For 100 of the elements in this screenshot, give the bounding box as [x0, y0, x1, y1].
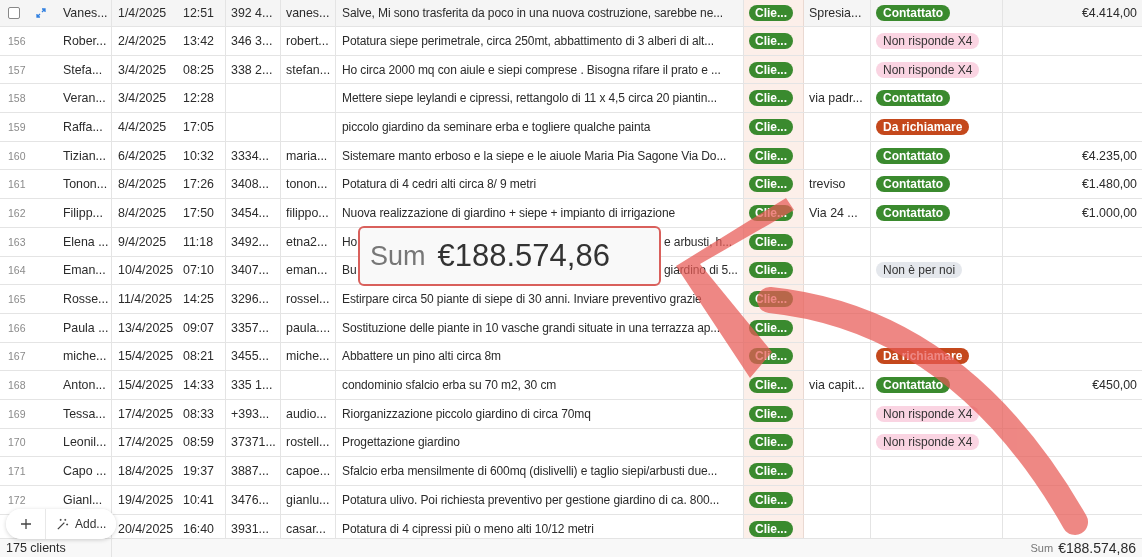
add-row-button[interactable] [6, 509, 46, 539]
table-cell: 17:50 [183, 205, 214, 220]
table-cell: Abbattere un pino alti circa 8m [342, 349, 501, 364]
table-cell: 10:41 [183, 492, 214, 507]
table-cell: filippo... [286, 205, 329, 220]
table-cell: 19/4/2025 [118, 492, 174, 507]
table-cell: Tessa... [63, 406, 106, 421]
row-number: 163 [8, 235, 26, 248]
table-cell: miche... [286, 349, 330, 364]
table-cell: Mettere siepe leylandi e cipressi, rettangolo di 11 x 4,5 circa 20 piantin... [342, 91, 717, 106]
type-tag: Clie... [749, 176, 793, 193]
row-number: 167 [8, 350, 26, 363]
table-cell: 17:05 [183, 119, 214, 134]
table-cell: 3887... [231, 464, 269, 479]
table-cell: 15/4/2025 [118, 378, 174, 393]
table-cell: 10/4/2025 [118, 263, 174, 278]
status-tag: Contattato [876, 5, 950, 21]
add-field-button[interactable]: Add... [46, 509, 117, 539]
table-cell: Raffa... [63, 119, 103, 134]
type-tag: Clie... [749, 377, 793, 394]
status-tag: Da richiamare [876, 118, 970, 135]
table-cell: Tonon... [63, 177, 108, 192]
table-cell: Ho circa 2000 mq con aiule e siepi comprese . Bisogna rifare il prato e ... [342, 62, 721, 77]
table-cell: 08:21 [183, 349, 214, 364]
table-cell-text: Bu [342, 263, 358, 278]
table-cell: 8/4/2025 [118, 205, 167, 220]
table-cell: 3407... [231, 263, 269, 278]
table-cell: Sistemare manto erboso e la siepe e le aiuole Maria Pia Sagone Via Do... [342, 148, 727, 163]
table-cell: 9/4/2025 [118, 234, 167, 249]
table-cell: 08:25 [183, 62, 214, 77]
type-tag: Clie... [749, 147, 793, 164]
table-cell: €4.235,00 [1081, 148, 1137, 163]
table-cell: 17/4/2025 [118, 406, 174, 421]
table-cell: Vanes... [63, 6, 108, 20]
status-tag: Non risponde X4 [876, 32, 980, 49]
table-cell: 8/4/2025 [118, 177, 167, 192]
table-cell: Nuova realizzazione di giardino + siepe + impianto di irrigazione [342, 205, 676, 220]
type-tag: Clie... [749, 520, 793, 537]
table-cell: 11:18 [183, 234, 214, 249]
table-cell: robert... [286, 33, 329, 48]
row-number: 160 [8, 149, 26, 162]
type-tag: Clie... [749, 319, 793, 336]
table-cell: 11/4/2025 [118, 292, 173, 307]
table-cell: 3357... [231, 320, 269, 335]
table-cell: 335 1... [231, 378, 273, 393]
table-cell: 3931... [231, 521, 269, 536]
type-tag: Clie... [749, 90, 793, 107]
row-checkbox[interactable] [8, 7, 20, 19]
row-number: 172 [8, 493, 26, 506]
table-cell: etna2... [286, 234, 328, 249]
table-cell: 07:10 [183, 263, 214, 278]
table-cell: Elena ... [63, 234, 109, 249]
status-tag: Contattato [876, 204, 950, 221]
table-cell: vanes... [286, 6, 330, 20]
status-tag: Non risponde X4 [876, 434, 980, 451]
table-cell: 08:59 [183, 435, 214, 450]
table-cell: Tizian... [63, 148, 106, 163]
table-cell: 13/4/2025 [118, 320, 174, 335]
type-tag: Clie... [749, 118, 793, 135]
table-cell: 14:33 [183, 378, 214, 393]
expand-icon[interactable] [36, 8, 46, 18]
status-tag: Contattato [876, 90, 950, 107]
status-tag: Contattato [876, 377, 950, 394]
table-cell: €1.480,00 [1081, 177, 1137, 192]
table-cell: 37371... [231, 435, 276, 450]
sum-label: Sum [370, 240, 426, 272]
table-cell: 15/4/2025 [118, 349, 174, 364]
plus-icon [19, 518, 32, 530]
table-cell: Salve, Mi sono trasferita da poco in una nuova costruzione, sarebbe ne... [342, 6, 723, 20]
status-tag: Non è per noi [876, 262, 963, 279]
table-cell: Capo ... [63, 464, 107, 479]
row-number: 166 [8, 321, 26, 334]
table-cell: rostell... [286, 435, 330, 450]
table-cell: 3455... [231, 349, 269, 364]
table-cell: Potatura siepe perimetrale, circa 250mt, abbattimento di 3 alberi di alt... [342, 33, 715, 48]
table-cell: via padr... [809, 91, 863, 106]
table-cell: Potatura di 4 cedri alti circa 8/ 9 metri [342, 177, 536, 192]
table-cell: Estirpare circa 50 piante di siepe di 30 anni. Inviare preventivo grazie [342, 292, 702, 307]
row-number: 168 [8, 379, 26, 392]
table-cell: 3476... [231, 492, 269, 507]
status-tag: Contattato [876, 147, 950, 164]
type-tag: Clie... [749, 233, 793, 250]
record-count: 175 clients [6, 541, 66, 555]
table-cell: 13:42 [183, 33, 214, 48]
table-cell: 3/4/2025 [118, 91, 167, 106]
table-cell: e arbusti, h... [664, 234, 732, 249]
table-cell: Potatura di 4 cipressi più o meno alti 10/12 metri [342, 521, 594, 536]
table-cell: 2/4/2025 [118, 33, 167, 48]
table-cell: 3296... [231, 292, 269, 307]
table-cell: €4.414,00 [1081, 6, 1137, 20]
table-cell: gianlu... [286, 492, 330, 507]
table-cell: Via 24 ... [809, 205, 858, 220]
table-cell: Potatura ulivo. Poi richiesta preventivo per gestione giardino di ca. 800... [342, 492, 720, 507]
table-cell: 16:40 [183, 521, 214, 536]
status-tag: Non risponde X4 [876, 61, 980, 78]
table-cell: Paula ... [63, 320, 109, 335]
table-cell: 338 2... [231, 62, 273, 77]
table-cell: Rober... [63, 33, 107, 48]
row-number: 162 [8, 206, 26, 219]
table-cell: 3408... [231, 177, 269, 192]
